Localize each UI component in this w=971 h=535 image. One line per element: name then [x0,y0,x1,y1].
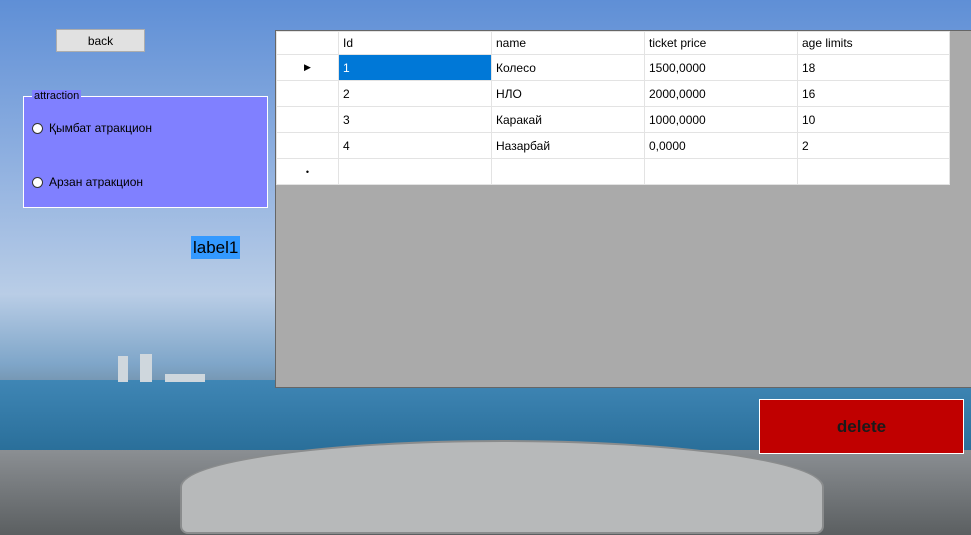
back-button[interactable]: back [56,29,145,52]
cell-name[interactable]: НЛО [491,80,645,107]
table-row[interactable]: 3 Каракай 1000,0000 10 [276,106,950,133]
table-row[interactable]: 4 Назарбай 0,0000 2 [276,132,950,159]
radio-cheap-attraction[interactable]: Арзан атракцион [32,175,143,189]
radio-expensive-attraction[interactable]: Қымбат атракцион [32,121,152,135]
cell-id[interactable]: 4 [338,132,492,159]
delete-button[interactable]: delete [759,399,964,454]
cell-name[interactable]: Каракай [491,106,645,133]
cell-age-limits[interactable]: 10 [797,106,950,133]
cell-name[interactable] [491,158,645,185]
cell-ticket-price[interactable]: 2000,0000 [644,80,798,107]
column-header-id[interactable]: Id [338,31,492,55]
ground [0,450,971,535]
cell-id[interactable]: 1 [338,54,492,81]
attraction-groupbox-title: attraction [32,90,82,102]
table-row[interactable]: 2 НЛО 2000,0000 16 [276,80,950,107]
new-row[interactable]: • [276,158,950,185]
column-header-age-limits[interactable]: age limits [797,31,950,55]
cell-age-limits[interactable]: 16 [797,80,950,107]
cell-age-limits[interactable] [797,158,950,185]
column-header-name[interactable]: name [491,31,645,55]
cell-ticket-price[interactable]: 0,0000 [644,132,798,159]
radio-circle[interactable] [32,176,43,188]
table-row[interactable]: ▶ 1 Колесо 1500,0000 18 [276,54,950,81]
radio-circle[interactable] [32,122,43,134]
attraction-groupbox: attraction Қымбат атракцион Арзан атракц… [23,90,268,208]
ferris-wheel-platform [180,440,824,534]
new-row-indicator[interactable]: • [276,158,339,185]
row-header[interactable] [276,132,339,159]
radio-cheap-label: Арзан атракцион [49,175,144,189]
city-skyline [110,352,260,382]
cell-id[interactable]: 2 [338,80,492,107]
corner-header[interactable] [276,31,339,55]
cell-name[interactable]: Колесо [491,54,645,81]
cell-age-limits[interactable]: 2 [797,132,950,159]
cell-ticket-price[interactable]: 1500,0000 [644,54,798,81]
cell-ticket-price[interactable]: 1000,0000 [644,106,798,133]
cell-name[interactable]: Назарбай [491,132,645,159]
row-header[interactable] [276,106,339,133]
attractions-datagrid[interactable]: Id name ticket price age limits ▶ 1 Коле… [275,30,971,388]
cell-ticket-price[interactable] [644,158,798,185]
row-header[interactable] [276,80,339,107]
current-row-indicator[interactable]: ▶ [276,54,339,81]
cell-id[interactable]: 3 [338,106,492,133]
column-header-ticket-price[interactable]: ticket price [644,31,798,55]
label1: label1 [191,236,241,259]
cell-id[interactable] [338,158,492,185]
radio-expensive-label: Қымбат атракцион [49,121,152,135]
cell-age-limits[interactable]: 18 [797,54,950,81]
